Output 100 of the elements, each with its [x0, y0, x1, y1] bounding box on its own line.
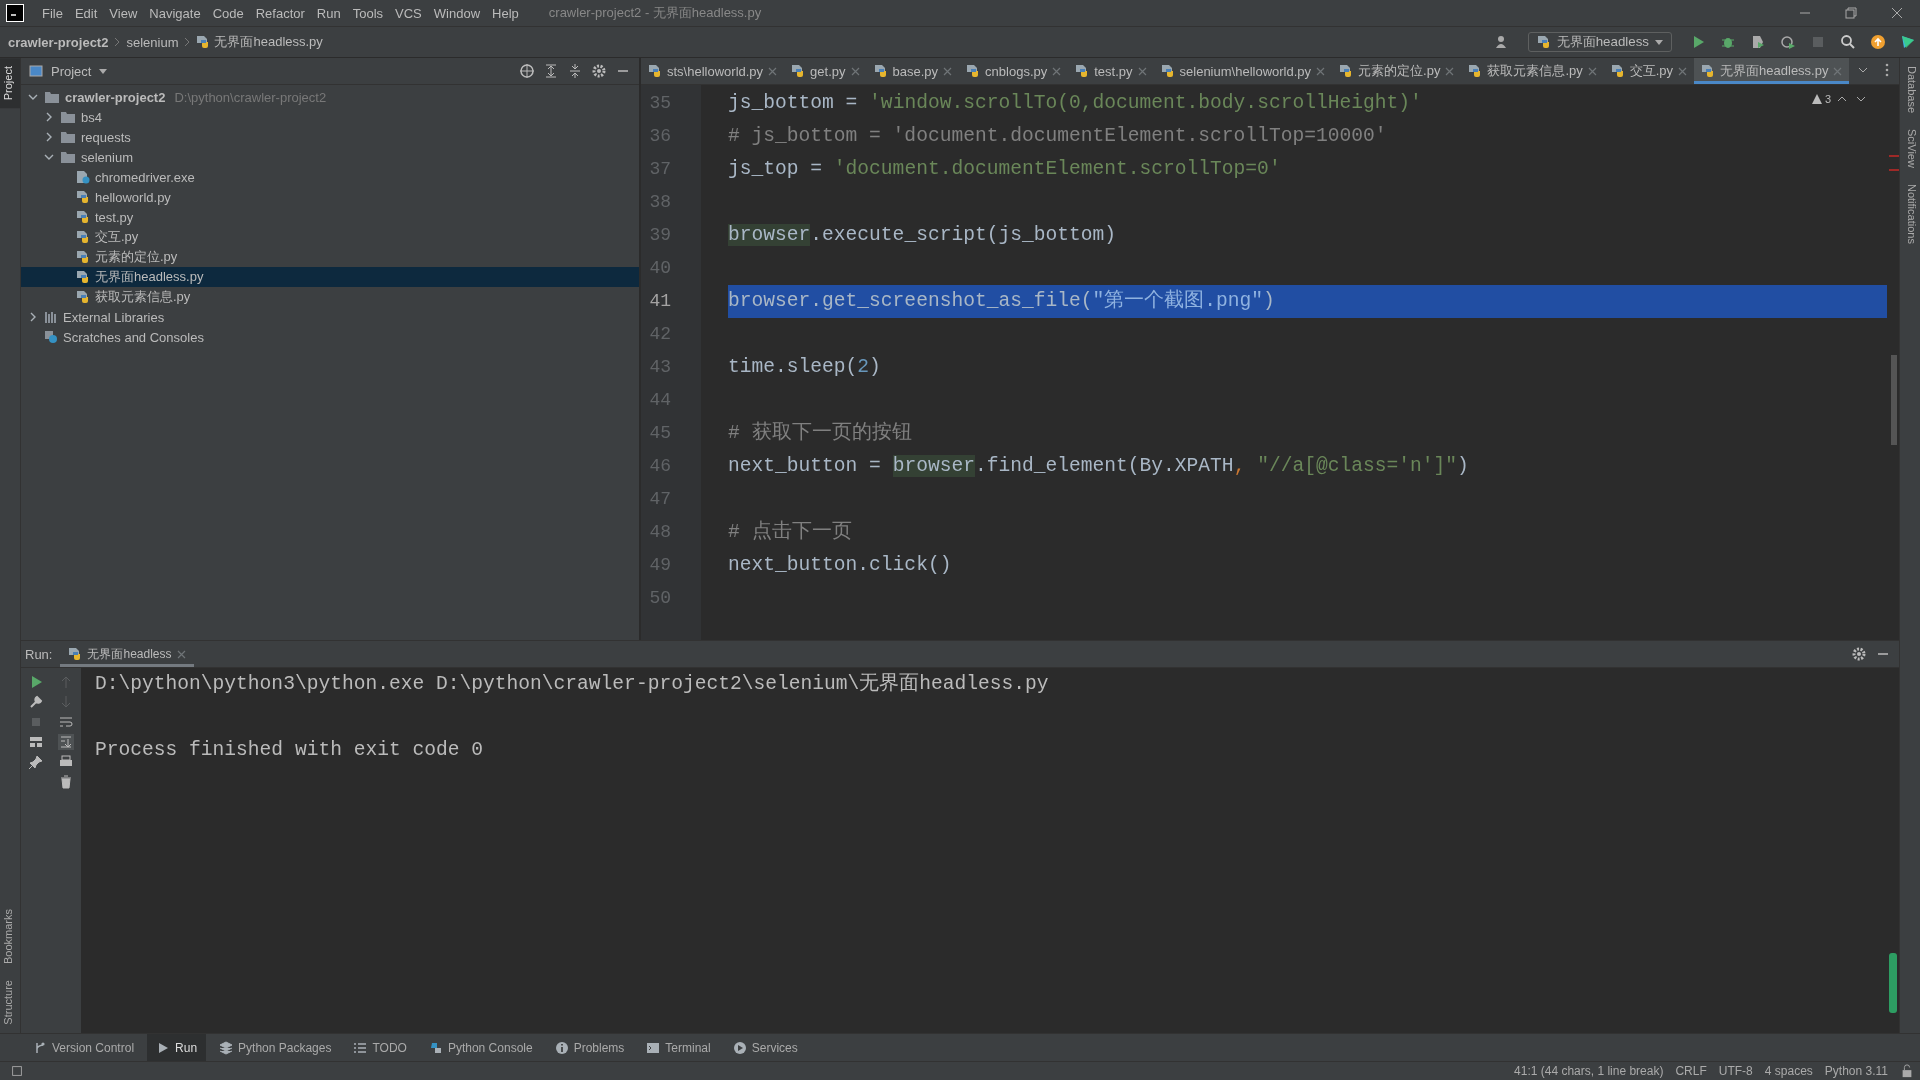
tree-item[interactable]: Scratches and Consoles — [21, 327, 639, 347]
editor-tab[interactable]: sts\helloworld.py — [641, 58, 785, 84]
scratches-icon — [44, 330, 58, 344]
status-item[interactable]: CRLF — [1675, 1064, 1707, 1078]
library-icon — [44, 310, 58, 324]
close-icon[interactable] — [1889, 5, 1905, 21]
editor-tab[interactable]: base.py — [866, 58, 960, 84]
menu-item[interactable]: Navigate — [143, 5, 207, 21]
editor-tab[interactable]: 交互.py — [1603, 58, 1695, 84]
soft-wrap-icon[interactable] — [58, 714, 74, 730]
trash-icon[interactable] — [58, 774, 74, 790]
locate-icon[interactable] — [519, 63, 535, 79]
tool-tab[interactable]: Run — [147, 1034, 207, 1061]
tool-window-button[interactable]: Structure — [0, 972, 20, 1033]
lock-icon[interactable] — [1900, 1064, 1914, 1078]
menu-item[interactable]: File — [36, 5, 69, 21]
tree-item[interactable]: requests — [21, 127, 639, 147]
breadcrumb[interactable]: crawler-project2 — [8, 34, 109, 50]
tool-tab[interactable]: Version Control — [24, 1034, 144, 1061]
profiler-icon[interactable] — [1780, 34, 1796, 50]
editor-tab[interactable]: 无界面headless.py — [1694, 58, 1850, 84]
tool-tab[interactable]: Python Packages — [210, 1034, 341, 1061]
tool-tab[interactable]: Terminal — [637, 1034, 720, 1061]
pin-icon[interactable] — [28, 754, 44, 770]
expand-all-icon[interactable] — [543, 63, 559, 79]
editor-tab[interactable]: test.py — [1068, 58, 1154, 84]
run-label: Run: — [25, 646, 53, 662]
tool-window-button[interactable]: SciView — [1900, 121, 1920, 177]
tool-window-button[interactable]: Database — [1900, 58, 1920, 122]
project-view-dropdown[interactable]: Project — [51, 63, 92, 79]
tree-item[interactable]: chromedriver.exe — [21, 167, 639, 187]
menu-item[interactable]: VCS — [389, 5, 428, 21]
menu-item[interactable]: Refactor — [249, 5, 311, 21]
menu-item[interactable]: Code — [206, 5, 250, 21]
editor-tab[interactable]: 元素的定位.py — [1332, 58, 1462, 84]
editor-tab[interactable]: selenium\helloworld.py — [1153, 58, 1333, 84]
tree-item[interactable]: test.py — [21, 207, 639, 227]
tool-tab[interactable]: Problems — [545, 1034, 634, 1061]
python-file-icon — [76, 190, 90, 204]
tool-window-button[interactable]: Project — [0, 58, 20, 109]
wrench-icon[interactable] — [28, 694, 44, 710]
chevron-icon — [114, 37, 121, 47]
panel-toggle-icon[interactable] — [10, 1064, 24, 1078]
menu-item[interactable]: Run — [310, 5, 347, 21]
status-item[interactable]: 41:1 (44 chars, 1 line break) — [1514, 1064, 1664, 1078]
python-file-icon — [68, 647, 83, 661]
code-line: next_button.click() — [728, 553, 952, 578]
list-icon — [353, 1040, 368, 1055]
chevron-icon — [184, 37, 191, 47]
python-file-icon — [1701, 64, 1716, 78]
tool-tab[interactable]: Python Console — [419, 1034, 542, 1061]
warning-count[interactable]: 3 — [1824, 93, 1831, 105]
breadcrumb[interactable]: selenium — [126, 34, 179, 50]
layout-icon[interactable] — [28, 734, 44, 750]
breadcrumb[interactable]: 无界面headless.py — [196, 33, 323, 51]
tree-item[interactable]: bs4 — [21, 107, 639, 127]
tool-window-button[interactable]: Notifications — [1900, 176, 1920, 252]
tree-item[interactable]: 元素的定位.py — [21, 247, 639, 267]
scroll-to-end-icon[interactable] — [58, 734, 74, 750]
scrollbar-drawing — [1888, 953, 1898, 1013]
python-file-icon — [76, 270, 90, 284]
menu-item[interactable]: Edit — [68, 5, 104, 21]
tool-window-button[interactable]: Bookmarks — [0, 901, 20, 973]
update-icon[interactable] — [1870, 34, 1886, 50]
coverage-icon[interactable] — [1750, 34, 1766, 50]
status-item[interactable]: Python 3.11 — [1824, 1064, 1888, 1078]
python-file-icon — [76, 210, 90, 224]
restore-icon[interactable] — [1843, 5, 1859, 21]
editor-tab[interactable]: cnblogs.py — [959, 58, 1069, 84]
tree-item[interactable]: 交互.py — [21, 227, 639, 247]
tree-item[interactable]: External Libraries — [21, 307, 639, 327]
python-file-icon — [1536, 35, 1551, 49]
status-item[interactable]: UTF-8 — [1718, 1064, 1753, 1078]
editor-tab[interactable]: get.py — [784, 58, 867, 84]
tree-item[interactable]: 获取元素信息.py — [21, 287, 639, 307]
python-file-icon — [1468, 64, 1483, 78]
window-title: crawler-project2 - 无界面headless.py — [548, 4, 762, 22]
editor-tab[interactable]: 获取元素信息.py — [1461, 58, 1604, 84]
collapse-all-icon[interactable] — [567, 63, 583, 79]
tree-item[interactable]: selenium — [21, 147, 639, 167]
code-line: # 获取下一页的按钮 — [728, 420, 912, 446]
settings-icon[interactable] — [591, 63, 607, 79]
run-config-dropdown[interactable]: 无界面headless — [1527, 32, 1672, 52]
menu-item[interactable]: Tools — [346, 5, 390, 21]
menu-item[interactable]: Window — [427, 5, 487, 21]
console-line: Process finished with exit code 0 — [95, 738, 485, 763]
tool-tab[interactable]: Services — [723, 1034, 807, 1061]
tree-item[interactable]: 无界面headless.py — [21, 267, 639, 287]
code-line: next_button = browser.find_element(By.XPATH, "//a[@class='n']") — [728, 454, 1469, 479]
menu-item[interactable]: View — [103, 5, 144, 21]
caret-icon[interactable] — [99, 68, 108, 74]
tool-tab[interactable]: TODO — [344, 1034, 416, 1061]
tree-item[interactable]: crawler-project2 D:\python\crawler-project2 — [21, 87, 639, 107]
status-item[interactable]: 4 spaces — [1764, 1064, 1813, 1078]
menu-item[interactable]: Help — [486, 5, 525, 21]
info-icon — [554, 1040, 569, 1055]
tree-item[interactable]: helloworld.py — [21, 187, 639, 207]
console-tab[interactable]: 无界面headless — [60, 641, 194, 667]
search-icon[interactable] — [1840, 34, 1856, 50]
settings-icon[interactable] — [1851, 646, 1867, 662]
